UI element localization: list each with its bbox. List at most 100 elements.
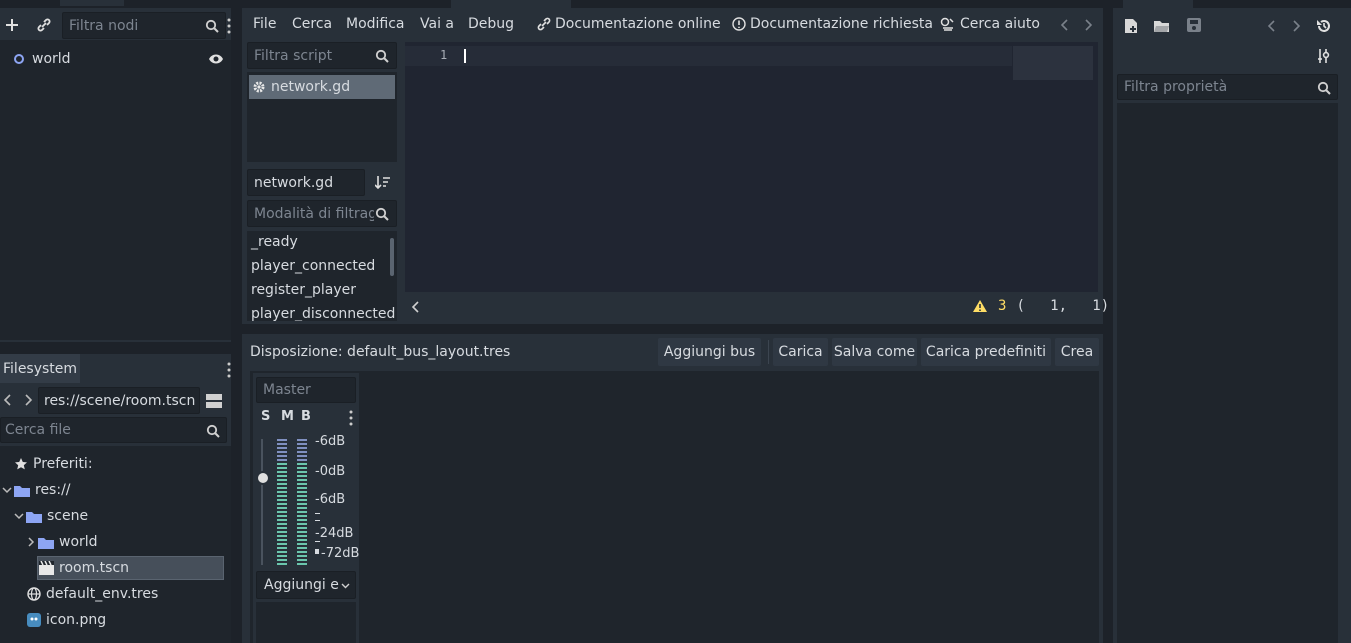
bus-options-icon[interactable] (349, 410, 353, 426)
menu-search[interactable]: Cerca (292, 16, 332, 32)
create-button[interactable]: Crea (1055, 338, 1099, 366)
add-bus-button[interactable]: Aggiungi bus (658, 338, 761, 366)
history-icon[interactable] (1316, 18, 1332, 34)
add-node-icon[interactable] (4, 17, 20, 33)
tree-item-label: default_env.tres (46, 586, 159, 602)
load-default-button[interactable]: Carica predefiniti (921, 338, 1051, 366)
solo-button[interactable]: S (261, 409, 270, 424)
method-filter-input[interactable]: Modalità di filtraggio (247, 200, 397, 227)
kebab-menu-icon[interactable] (227, 362, 231, 378)
split-view-icon[interactable] (205, 392, 223, 410)
db-label: -24dB (315, 526, 354, 541)
db-tick (315, 541, 320, 542)
history-back-icon[interactable] (3, 393, 13, 407)
load-button[interactable]: Carica (773, 338, 828, 366)
bus-area: Master S M B -6dB -0dB -6dB -24dB -72dB (250, 371, 1099, 643)
menu-debug[interactable]: Debug (468, 16, 514, 32)
new-resource-icon[interactable] (1124, 18, 1138, 34)
file-search-input[interactable]: Cerca file (0, 417, 227, 443)
script-filter-input[interactable]: Filtra script (247, 42, 397, 69)
tree-item-scene[interactable]: scene (14, 505, 88, 527)
volume-slider-handle[interactable] (256, 471, 270, 485)
kebab-menu-icon[interactable] (227, 18, 231, 34)
script-list-item[interactable]: network.gd (249, 75, 395, 99)
db-tick (315, 513, 320, 514)
path-field[interactable]: res://scene/room.tscn (38, 387, 200, 414)
tree-item-room-tscn[interactable]: room.tscn (37, 556, 224, 580)
tree-node-world[interactable]: world (14, 48, 224, 70)
minimap[interactable] (1013, 46, 1093, 80)
tree-item-label: icon.png (46, 612, 107, 628)
folder-icon (26, 510, 42, 523)
property-filter-input[interactable]: Filtra proprietà (1117, 74, 1338, 100)
online-docs-button[interactable]: Documentazione online (537, 16, 721, 32)
property-list (1117, 103, 1338, 643)
text-cursor (464, 49, 466, 63)
method-item[interactable]: register_player (251, 282, 356, 298)
db-label: -6dB (315, 492, 346, 507)
search-icon (205, 19, 219, 33)
search-help-label: Cerca aiuto (960, 16, 1040, 32)
save-icon[interactable] (1187, 18, 1201, 32)
history-back-icon[interactable] (1267, 19, 1277, 33)
menu-goto[interactable]: Vai a (420, 16, 454, 32)
search-icon (206, 424, 220, 438)
warning-icon[interactable] (972, 299, 988, 313)
line-number: 1 (440, 48, 448, 62)
sort-icon[interactable] (375, 175, 391, 190)
star-icon (14, 457, 28, 471)
master-bus: Master S M B -6dB -0dB -6dB -24dB -72dB (253, 373, 359, 643)
search-icon (375, 49, 389, 63)
db-label: -0dB (315, 464, 346, 479)
request-docs-button[interactable]: Documentazione richiesta (732, 16, 933, 32)
menu-file[interactable]: File (253, 16, 276, 32)
tools-icon[interactable] (1316, 48, 1332, 64)
code-editor[interactable]: 1 (405, 42, 1098, 292)
menu-edit[interactable]: Modifica (346, 16, 405, 32)
chevron-down-icon (341, 581, 350, 590)
method-item[interactable]: player_connected (251, 258, 375, 274)
visibility-eye-icon[interactable] (208, 52, 224, 66)
script-history-forward-icon[interactable] (1083, 18, 1093, 32)
open-folder-icon[interactable] (1154, 19, 1170, 33)
script-filter-placeholder: Filtra script (254, 47, 333, 64)
db-tick (315, 520, 320, 521)
help-search-icon (940, 17, 956, 31)
inspector-dock: Filtra proprietà (1113, 8, 1351, 643)
separator (768, 340, 769, 364)
tree-item-label: world (59, 534, 98, 550)
tree-item-res[interactable]: res:// (2, 479, 71, 501)
chevron-right-icon (26, 537, 36, 547)
add-effect-button[interactable]: Aggiungi e (256, 571, 356, 599)
file-tree: Preferiti: res:// scene world room.tscn … (0, 446, 231, 643)
history-forward-icon[interactable] (23, 393, 33, 407)
gear-icon (252, 80, 266, 94)
tree-node-label: world (32, 51, 71, 67)
add-effect-label: Aggiungi e (264, 577, 339, 593)
collapse-panel-icon[interactable] (411, 300, 421, 314)
volume-slider[interactable] (256, 439, 270, 565)
tree-item-world[interactable]: world (26, 531, 98, 553)
search-help-button[interactable]: Cerca aiuto (940, 16, 1040, 32)
script-list-label: network.gd (271, 79, 351, 95)
method-item[interactable]: _ready (251, 234, 298, 250)
save-as-button[interactable]: Salva come (832, 338, 917, 366)
tree-item-default-env[interactable]: default_env.tres (27, 583, 158, 605)
history-forward-icon[interactable] (1291, 19, 1301, 33)
link-icon[interactable] (36, 17, 52, 33)
node-filter-input[interactable]: Filtra nodi (62, 12, 226, 39)
tree-item-icon-png[interactable]: icon.png (27, 609, 106, 631)
tab-filesystem[interactable]: Filesystem (0, 354, 80, 383)
mute-button[interactable]: M (281, 409, 294, 424)
script-editor: File Cerca Modifica Vai a Debug Document… (242, 8, 1109, 324)
warning-count[interactable]: 3 (998, 298, 1006, 314)
method-list-scrollbar[interactable] (390, 238, 394, 276)
favorites-row[interactable]: Preferiti: (14, 453, 93, 475)
script-history-back-icon[interactable] (1060, 18, 1070, 32)
db-label: -6dB (315, 434, 346, 449)
bypass-button[interactable]: B (301, 409, 311, 424)
bus-name-field[interactable]: Master (256, 377, 356, 403)
method-item[interactable]: player_disconnected (251, 306, 395, 321)
scene-dock: Filtra nodi world (0, 8, 231, 342)
effects-list (256, 602, 356, 643)
